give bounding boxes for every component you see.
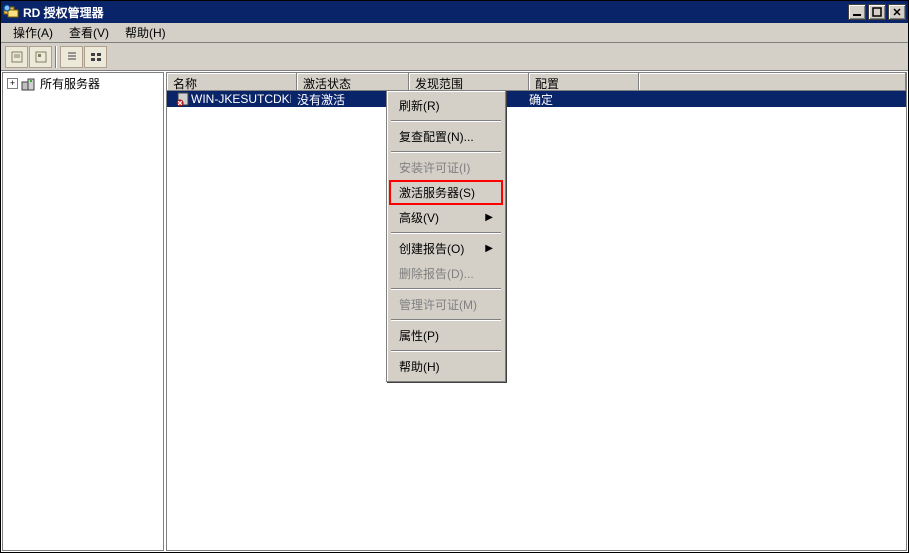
server-icon <box>175 91 191 107</box>
expand-icon[interactable]: + <box>7 78 18 89</box>
minimize-button[interactable] <box>848 4 866 20</box>
row-config: 确定 <box>523 91 633 108</box>
main-area: + 所有服务器 名称 激活状态 发现范围 配置 WIN-JKESUTCDKFE … <box>1 71 908 552</box>
toolbar-btn-4[interactable] <box>84 46 107 68</box>
maximize-button[interactable] <box>868 4 886 20</box>
cm-separator <box>391 151 501 153</box>
menu-action[interactable]: 操作(A) <box>5 22 61 43</box>
cm-separator <box>391 120 501 122</box>
tree-pane: + 所有服务器 <box>2 72 164 551</box>
menu-help[interactable]: 帮助(H) <box>117 22 174 43</box>
row-name: WIN-JKESUTCDKFE <box>191 92 291 106</box>
list-pane: 名称 激活状态 发现范围 配置 WIN-JKESUTCDKFE 没有激活 确定 … <box>166 72 907 551</box>
toolbar <box>1 43 908 71</box>
col-header-config[interactable]: 配置 <box>529 73 639 91</box>
cm-separator <box>391 319 501 321</box>
toolbar-btn-3[interactable] <box>60 46 83 68</box>
cm-separator <box>391 350 501 352</box>
cm-delete-report: 删除报告(D)... <box>389 261 503 286</box>
col-header-name[interactable]: 名称 <box>167 73 297 91</box>
cm-advanced[interactable]: 高级(V)▶ <box>389 205 503 230</box>
toolbar-btn-1[interactable] <box>5 46 28 68</box>
col-header-rest <box>639 73 906 91</box>
window-title: RD 授权管理器 <box>23 4 848 21</box>
cm-review-config[interactable]: 复查配置(N)... <box>389 124 503 149</box>
cm-install-license: 安装许可证(I) <box>389 155 503 180</box>
close-button[interactable] <box>888 4 906 20</box>
cm-create-report[interactable]: 创建报告(O)▶ <box>389 236 503 261</box>
app-icon <box>3 4 19 20</box>
cm-activate-server[interactable]: 激活服务器(S) <box>389 180 503 205</box>
col-header-status[interactable]: 激活状态 <box>297 73 409 91</box>
chevron-right-icon: ▶ <box>485 212 493 223</box>
toolbar-btn-2[interactable] <box>29 46 52 68</box>
context-menu: 刷新(R) 复查配置(N)... 安装许可证(I) 激活服务器(S) 高级(V)… <box>386 90 506 382</box>
col-header-scope[interactable]: 发现范围 <box>409 73 529 91</box>
cm-help[interactable]: 帮助(H) <box>389 354 503 379</box>
cm-separator <box>391 288 501 290</box>
tree-root-label: 所有服务器 <box>40 75 100 92</box>
title-bar: RD 授权管理器 <box>1 1 908 23</box>
servers-icon <box>21 76 37 92</box>
cm-manage-license: 管理许可证(M) <box>389 292 503 317</box>
menu-bar: 操作(A) 查看(V) 帮助(H) <box>1 23 908 43</box>
list-header: 名称 激活状态 发现范围 配置 <box>167 73 906 91</box>
toolbar-separator <box>55 46 57 68</box>
chevron-right-icon: ▶ <box>485 243 493 254</box>
menu-view[interactable]: 查看(V) <box>61 22 117 43</box>
list-row[interactable]: WIN-JKESUTCDKFE 没有激活 确定 <box>167 91 906 107</box>
cm-separator <box>391 232 501 234</box>
cm-refresh[interactable]: 刷新(R) <box>389 93 503 118</box>
cm-properties[interactable]: 属性(P) <box>389 323 503 348</box>
tree-root-item[interactable]: + 所有服务器 <box>3 73 163 94</box>
